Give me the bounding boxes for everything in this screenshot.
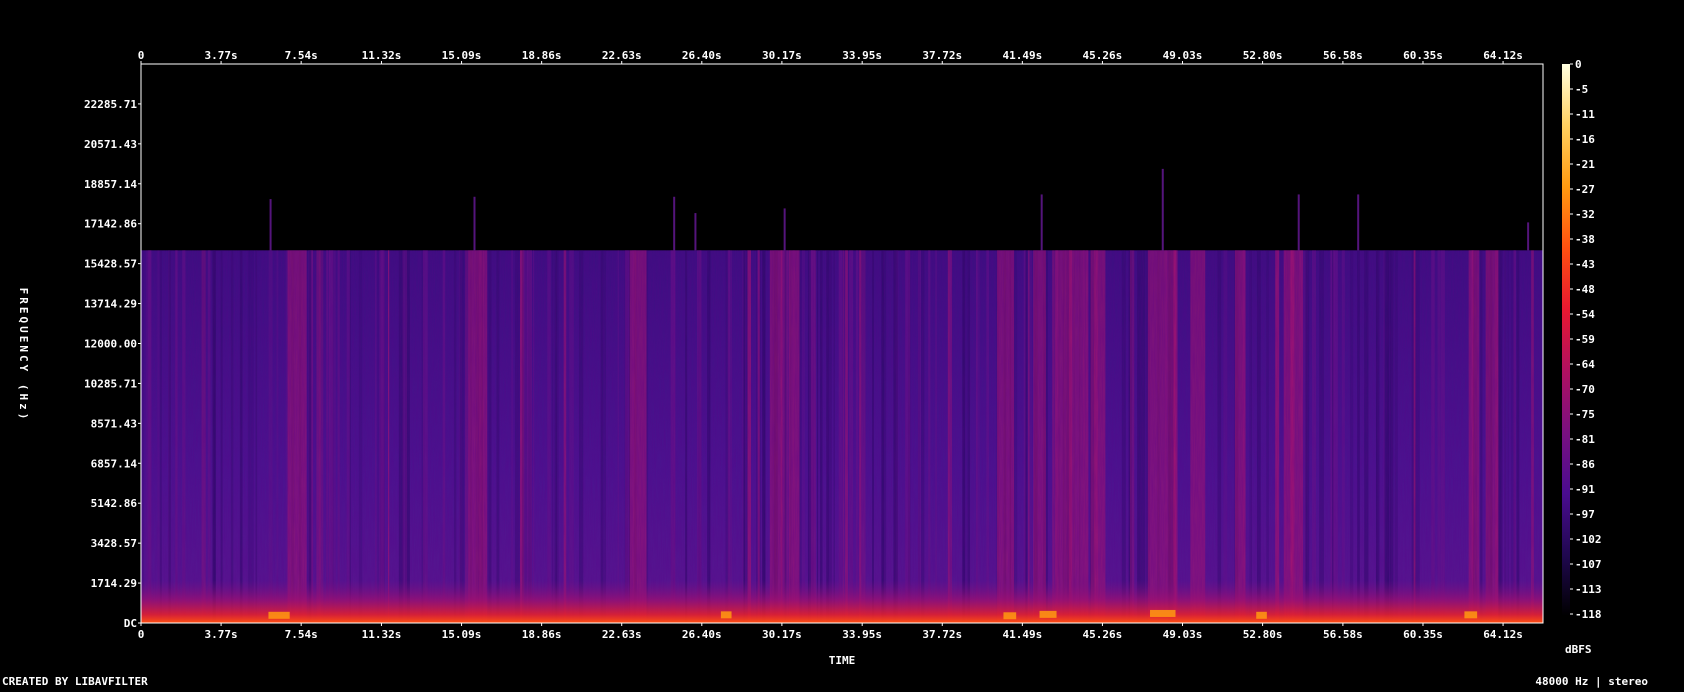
colorbar <box>1562 64 1570 616</box>
y-tick-label: DC <box>124 617 137 630</box>
y-tick-label: 20571.43 <box>84 138 137 151</box>
x-tick-label-top: 26.40s <box>682 49 722 62</box>
y-tick-label: 5142.86 <box>91 497 138 510</box>
colorbar-tick-label: -107 <box>1575 558 1602 571</box>
x-tick-label-bottom: 7.54s <box>285 628 318 641</box>
footer-credit: CREATED BY LIBAVFILTER <box>2 675 148 688</box>
x-tick-label-top: 7.54s <box>285 49 318 62</box>
x-tick-label-bottom: 15.09s <box>442 628 482 641</box>
colorbar-tick-label: -102 <box>1575 533 1602 546</box>
colorbar-tick-label: -86 <box>1575 458 1595 471</box>
x-tick-label-top: 56.58s <box>1323 49 1363 62</box>
colorbar-tick-label: -38 <box>1575 233 1595 246</box>
x-tick-label-bottom: 3.77s <box>205 628 238 641</box>
x-tick-label-bottom: 11.32s <box>362 628 402 641</box>
x-tick-label-bottom: 56.58s <box>1323 628 1363 641</box>
x-tick-label-bottom: 30.17s <box>762 628 802 641</box>
y-tick-label: 6857.14 <box>91 457 138 470</box>
x-axis-bottom: 0 3.77s 7.54s 11.32s 15.09s 18.86s 22.63s 26.40… <box>138 623 1523 641</box>
colorbar-tick-label: -43 <box>1575 258 1595 271</box>
hot-spot <box>268 611 290 619</box>
x-tick-label-bottom: 22.63s <box>602 628 642 641</box>
x-tick-label-bottom: 41.49s <box>1002 628 1042 641</box>
x-tick-label-bottom: 49.03s <box>1163 628 1203 641</box>
x-tick-label-top: 18.86s <box>522 49 562 62</box>
low-frequency-band <box>141 580 1543 623</box>
x-tick-label-top: 60.35s <box>1403 49 1443 62</box>
x-axis-top: 0 3.77s 7.54s 11.32s 15.09s 18.86s 22.63s 26.40… <box>138 49 1523 64</box>
colorbar-tick-label: -5 <box>1575 83 1588 96</box>
x-tick-label-top: 52.80s <box>1243 49 1283 62</box>
y-tick-label: 10285.71 <box>84 377 137 390</box>
colorbar-tick-label: 0 <box>1575 58 1582 71</box>
x-tick-label-bottom: 0 <box>138 628 145 641</box>
x-tick-label-top: 22.63s <box>602 49 642 62</box>
colorbar-tick-label: -81 <box>1575 433 1595 446</box>
x-tick-label-bottom: 60.35s <box>1403 628 1443 641</box>
spectrogram-chart: 0 3.77s 7.54s 11.32s 15.09s 18.86s 22.63s 26.40… <box>2 49 1648 688</box>
footer-info: 48000 Hz | stereo <box>1535 675 1648 688</box>
y-tick-label: 17142.86 <box>84 218 137 231</box>
colorbar-tick-label: -59 <box>1575 333 1595 346</box>
x-tick-label-bottom: 33.95s <box>842 628 882 641</box>
x-axis-label: TIME <box>829 654 856 667</box>
colorbar-tick-label: -16 <box>1575 133 1595 146</box>
y-tick-label: 3428.57 <box>91 537 137 550</box>
colorbar-tick-label: -91 <box>1575 483 1595 496</box>
y-tick-label: 13714.29 <box>84 298 137 311</box>
y-tick-label: 12000.00 <box>84 338 137 351</box>
x-tick-label-bottom: 18.86s <box>522 628 562 641</box>
x-tick-label-top: 49.03s <box>1163 49 1203 62</box>
hot-spot <box>1256 611 1267 619</box>
x-tick-label-top: 11.32s <box>362 49 402 62</box>
x-tick-label-top: 33.95s <box>842 49 882 62</box>
colorbar-tick-label: -48 <box>1575 283 1595 296</box>
hot-spot <box>1039 610 1057 618</box>
x-tick-label-bottom: 52.80s <box>1243 628 1283 641</box>
x-tick-label-bottom: 45.26s <box>1083 628 1123 641</box>
colorbar-tick-label: -113 <box>1575 583 1602 596</box>
plot-area <box>141 64 1543 623</box>
y-tick-label: 1714.29 <box>91 577 137 590</box>
x-tick-label-top: 0 <box>138 49 145 62</box>
colorbar-ticks: 0 -5 -11 -16 -21 -27 -32 -38 -43 -48 -54 -59 -64 -70 -… <box>1570 58 1602 621</box>
colorbar-tick-label: -97 <box>1575 508 1595 521</box>
x-tick-label-top: 41.49s <box>1002 49 1042 62</box>
hot-spot <box>720 611 732 619</box>
x-tick-label-top: 37.72s <box>922 49 962 62</box>
x-tick-label-top: 45.26s <box>1083 49 1123 62</box>
colorbar-tick-label: -70 <box>1575 383 1595 396</box>
colorbar-tick-label: -54 <box>1575 308 1595 321</box>
x-tick-label-top: 30.17s <box>762 49 802 62</box>
y-axis-label: FREQUENCY (Hz) <box>17 288 30 423</box>
x-tick-label-bottom: 37.72s <box>922 628 962 641</box>
hot-spot <box>1003 612 1017 620</box>
colorbar-tick-label: -32 <box>1575 208 1595 221</box>
x-tick-label-bottom: 26.40s <box>682 628 722 641</box>
noise-texture <box>141 250 1543 623</box>
colorbar-tick-label: -118 <box>1575 608 1602 621</box>
x-tick-label-top: 3.77s <box>205 49 238 62</box>
hot-spot <box>1464 611 1478 619</box>
colorbar-tick-label: -11 <box>1575 108 1595 121</box>
y-axis: DC 1714.29 3428.57 5142.86 6857.14 8571.43 102… <box>84 98 141 630</box>
colorbar-label: dBFS <box>1565 643 1592 656</box>
colorbar-tick-label: -75 <box>1575 408 1595 421</box>
colorbar-tick-label: -64 <box>1575 358 1595 371</box>
y-tick-label: 15428.57 <box>84 258 137 271</box>
y-tick-label: 22285.71 <box>84 98 137 111</box>
hot-spot <box>1150 609 1176 617</box>
x-tick-label-bottom: 64.12s <box>1483 628 1523 641</box>
colorbar-tick-label: -21 <box>1575 158 1595 171</box>
y-tick-label: 18857.14 <box>84 178 137 191</box>
x-tick-label-top: 64.12s <box>1483 49 1523 62</box>
x-tick-label-top: 15.09s <box>442 49 482 62</box>
y-tick-label: 8571.43 <box>91 417 137 430</box>
colorbar-tick-label: -27 <box>1575 183 1595 196</box>
